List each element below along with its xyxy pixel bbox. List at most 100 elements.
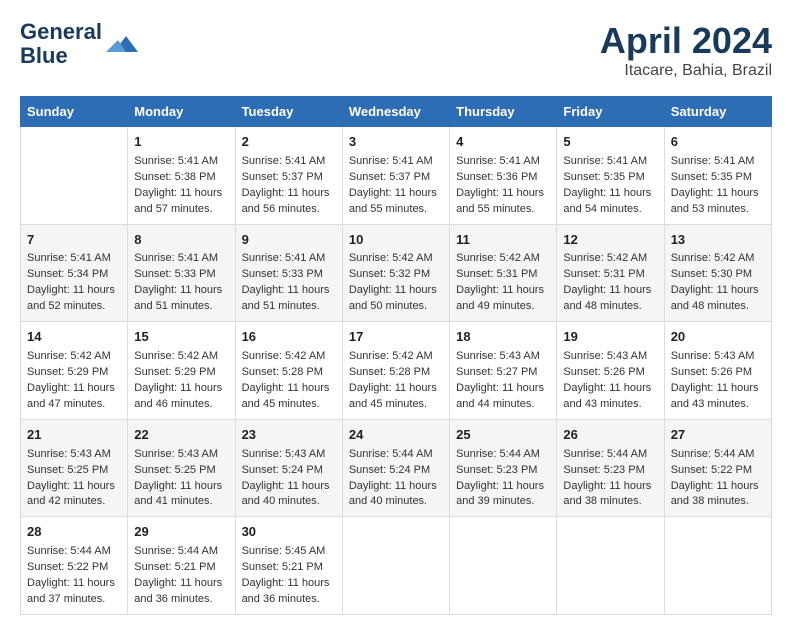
calendar-cell: 24Sunrise: 5:44 AMSunset: 5:24 PMDayligh… xyxy=(342,419,449,517)
daylight-text: Daylight: 11 hours and 47 minutes. xyxy=(27,381,121,413)
day-number: 11 xyxy=(456,231,550,250)
calendar-cell xyxy=(450,517,557,615)
sunset-text: Sunset: 5:37 PM xyxy=(349,170,443,186)
daylight-text: Daylight: 11 hours and 46 minutes. xyxy=(134,381,228,413)
sunrise-text: Sunrise: 5:41 AM xyxy=(134,251,228,267)
daylight-text: Daylight: 11 hours and 52 minutes. xyxy=(27,283,121,315)
day-number: 17 xyxy=(349,328,443,347)
day-number: 30 xyxy=(242,523,336,542)
sunset-text: Sunset: 5:38 PM xyxy=(134,170,228,186)
day-number: 20 xyxy=(671,328,765,347)
calendar-cell: 26Sunrise: 5:44 AMSunset: 5:23 PMDayligh… xyxy=(557,419,664,517)
calendar-cell: 11Sunrise: 5:42 AMSunset: 5:31 PMDayligh… xyxy=(450,224,557,322)
calendar-week-3: 21Sunrise: 5:43 AMSunset: 5:25 PMDayligh… xyxy=(21,419,772,517)
sunset-text: Sunset: 5:23 PM xyxy=(456,463,550,479)
calendar-cell: 27Sunrise: 5:44 AMSunset: 5:22 PMDayligh… xyxy=(664,419,771,517)
sunset-text: Sunset: 5:34 PM xyxy=(27,267,121,283)
sunrise-text: Sunrise: 5:42 AM xyxy=(671,251,765,267)
daylight-text: Daylight: 11 hours and 55 minutes. xyxy=(349,186,443,218)
daylight-text: Daylight: 11 hours and 51 minutes. xyxy=(242,283,336,315)
sunset-text: Sunset: 5:23 PM xyxy=(563,463,657,479)
day-number: 28 xyxy=(27,523,121,542)
daylight-text: Daylight: 11 hours and 45 minutes. xyxy=(349,381,443,413)
daylight-text: Daylight: 11 hours and 48 minutes. xyxy=(563,283,657,315)
sunrise-text: Sunrise: 5:44 AM xyxy=(134,544,228,560)
sunrise-text: Sunrise: 5:41 AM xyxy=(242,251,336,267)
sunrise-text: Sunrise: 5:43 AM xyxy=(563,349,657,365)
daylight-text: Daylight: 11 hours and 51 minutes. xyxy=(134,283,228,315)
column-header-saturday: Saturday xyxy=(664,97,771,127)
sunset-text: Sunset: 5:22 PM xyxy=(671,463,765,479)
calendar-cell: 18Sunrise: 5:43 AMSunset: 5:27 PMDayligh… xyxy=(450,322,557,420)
day-number: 18 xyxy=(456,328,550,347)
calendar-cell: 15Sunrise: 5:42 AMSunset: 5:29 PMDayligh… xyxy=(128,322,235,420)
day-number: 12 xyxy=(563,231,657,250)
sunrise-text: Sunrise: 5:44 AM xyxy=(671,447,765,463)
daylight-text: Daylight: 11 hours and 56 minutes. xyxy=(242,186,336,218)
calendar-table: SundayMondayTuesdayWednesdayThursdayFrid… xyxy=(20,96,772,615)
daylight-text: Daylight: 11 hours and 38 minutes. xyxy=(671,479,765,511)
calendar-cell: 3 Sunrise: 5:41 AMSunset: 5:37 PMDaylight… xyxy=(342,127,449,225)
calendar-header-row: SundayMondayTuesdayWednesdayThursdayFrid… xyxy=(21,97,772,127)
sunrise-text: Sunrise: 5:43 AM xyxy=(456,349,550,365)
sunrise-text: Sunrise: 5:41 AM xyxy=(456,154,550,170)
sunset-text: Sunset: 5:36 PM xyxy=(456,170,550,186)
day-number: 10 xyxy=(349,231,443,250)
sunrise-text: Sunrise: 5:44 AM xyxy=(27,544,121,560)
calendar-cell xyxy=(664,517,771,615)
daylight-text: Daylight: 11 hours and 43 minutes. xyxy=(671,381,765,413)
calendar-cell: 10Sunrise: 5:42 AMSunset: 5:32 PMDayligh… xyxy=(342,224,449,322)
column-header-friday: Friday xyxy=(557,97,664,127)
daylight-text: Daylight: 11 hours and 36 minutes. xyxy=(242,576,336,608)
daylight-text: Daylight: 11 hours and 43 minutes. xyxy=(563,381,657,413)
sunrise-text: Sunrise: 5:43 AM xyxy=(242,447,336,463)
sunset-text: Sunset: 5:29 PM xyxy=(27,365,121,381)
calendar-week-1: 7Sunrise: 5:41 AMSunset: 5:34 PMDaylight… xyxy=(21,224,772,322)
calendar-cell: 19Sunrise: 5:43 AMSunset: 5:26 PMDayligh… xyxy=(557,322,664,420)
sunset-text: Sunset: 5:33 PM xyxy=(242,267,336,283)
sunset-text: Sunset: 5:30 PM xyxy=(671,267,765,283)
day-number: 3 xyxy=(349,133,443,152)
sunrise-text: Sunrise: 5:45 AM xyxy=(242,544,336,560)
day-number: 25 xyxy=(456,426,550,445)
calendar-cell: 13Sunrise: 5:42 AMSunset: 5:30 PMDayligh… xyxy=(664,224,771,322)
sunset-text: Sunset: 5:25 PM xyxy=(134,463,228,479)
calendar-week-4: 28Sunrise: 5:44 AMSunset: 5:22 PMDayligh… xyxy=(21,517,772,615)
sunrise-text: Sunrise: 5:41 AM xyxy=(134,154,228,170)
column-header-monday: Monday xyxy=(128,97,235,127)
sunset-text: Sunset: 5:37 PM xyxy=(242,170,336,186)
logo-line2: Blue xyxy=(20,43,68,68)
daylight-text: Daylight: 11 hours and 40 minutes. xyxy=(242,479,336,511)
sunrise-text: Sunrise: 5:42 AM xyxy=(349,251,443,267)
day-number: 1 xyxy=(134,133,228,152)
calendar-cell xyxy=(21,127,128,225)
sunrise-text: Sunrise: 5:42 AM xyxy=(242,349,336,365)
daylight-text: Daylight: 11 hours and 38 minutes. xyxy=(563,479,657,511)
daylight-text: Daylight: 11 hours and 48 minutes. xyxy=(671,283,765,315)
sunrise-text: Sunrise: 5:42 AM xyxy=(27,349,121,365)
calendar-cell: 9Sunrise: 5:41 AMSunset: 5:33 PMDaylight… xyxy=(235,224,342,322)
sunset-text: Sunset: 5:26 PM xyxy=(563,365,657,381)
sunset-text: Sunset: 5:28 PM xyxy=(242,365,336,381)
calendar-cell: 5Sunrise: 5:41 AMSunset: 5:35 PMDaylight… xyxy=(557,127,664,225)
calendar-cell: 8Sunrise: 5:41 AMSunset: 5:33 PMDaylight… xyxy=(128,224,235,322)
month-year: April 2024 xyxy=(600,20,772,62)
sunset-text: Sunset: 5:31 PM xyxy=(456,267,550,283)
calendar-cell: 1Sunrise: 5:41 AMSunset: 5:38 PMDaylight… xyxy=(128,127,235,225)
calendar-cell: 25Sunrise: 5:44 AMSunset: 5:23 PMDayligh… xyxy=(450,419,557,517)
calendar-cell: 12Sunrise: 5:42 AMSunset: 5:31 PMDayligh… xyxy=(557,224,664,322)
calendar-cell: 29Sunrise: 5:44 AMSunset: 5:21 PMDayligh… xyxy=(128,517,235,615)
day-number: 24 xyxy=(349,426,443,445)
calendar-cell: 14Sunrise: 5:42 AMSunset: 5:29 PMDayligh… xyxy=(21,322,128,420)
sunrise-text: Sunrise: 5:41 AM xyxy=(27,251,121,267)
sunrise-text: Sunrise: 5:41 AM xyxy=(349,154,443,170)
day-number: 5 xyxy=(563,133,657,152)
calendar-cell: 23Sunrise: 5:43 AMSunset: 5:24 PMDayligh… xyxy=(235,419,342,517)
day-number: 26 xyxy=(563,426,657,445)
calendar-cell: 22Sunrise: 5:43 AMSunset: 5:25 PMDayligh… xyxy=(128,419,235,517)
daylight-text: Daylight: 11 hours and 49 minutes. xyxy=(456,283,550,315)
sunset-text: Sunset: 5:32 PM xyxy=(349,267,443,283)
day-number: 22 xyxy=(134,426,228,445)
daylight-text: Daylight: 11 hours and 45 minutes. xyxy=(242,381,336,413)
calendar-cell: 16Sunrise: 5:42 AMSunset: 5:28 PMDayligh… xyxy=(235,322,342,420)
